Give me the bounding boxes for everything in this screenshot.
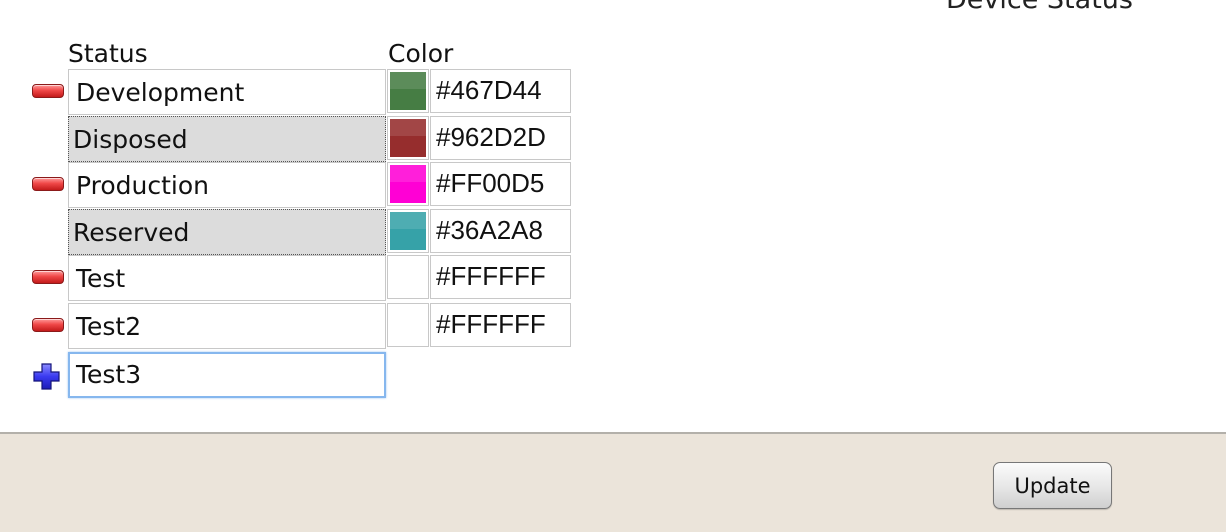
plus-icon (33, 363, 60, 390)
status-name-readonly: Disposed (68, 116, 386, 162)
color-hex-input[interactable]: #962D2D (430, 116, 571, 160)
status-name-input[interactable]: Test2 (68, 303, 386, 349)
color-swatch (390, 212, 426, 250)
status-name-readonly: Reserved (68, 209, 386, 255)
status-row: Test #FFFFFF (0, 255, 600, 301)
color-hex-input[interactable]: #FFFFFF (430, 255, 571, 299)
add-status-button[interactable] (33, 363, 60, 390)
status-row: Production #FF00D5 (0, 162, 600, 208)
color-hex-input[interactable]: #36A2A8 (430, 209, 571, 253)
status-name-input[interactable]: Development (68, 69, 386, 115)
color-swatch-cell[interactable] (387, 209, 429, 253)
page-title: Device Status (946, 0, 1133, 15)
color-swatch-cell[interactable] (387, 69, 429, 113)
color-swatch (390, 72, 426, 110)
remove-status-button[interactable] (32, 177, 64, 191)
status-row: Reserved #36A2A8 (0, 209, 600, 255)
update-button[interactable]: Update (993, 462, 1112, 509)
new-status-row: Test3 (0, 352, 600, 398)
color-column-header: Color (388, 39, 454, 68)
footer-bar: Update (0, 432, 1226, 532)
new-status-input[interactable]: Test3 (68, 352, 386, 398)
status-name-input[interactable]: Test (68, 255, 386, 301)
status-name-input[interactable]: Production (68, 162, 386, 208)
color-swatch (390, 119, 426, 157)
status-column-header: Status (68, 39, 148, 68)
color-swatch-cell[interactable] (387, 255, 429, 299)
status-row: Development #467D44 (0, 69, 600, 115)
remove-status-button[interactable] (32, 318, 64, 332)
color-hex-input[interactable]: #FF00D5 (430, 162, 571, 206)
color-swatch (390, 165, 426, 203)
remove-status-button[interactable] (32, 270, 64, 284)
color-swatch-cell[interactable] (387, 303, 429, 347)
color-hex-input[interactable]: #FFFFFF (430, 303, 571, 347)
remove-status-button[interactable] (32, 84, 64, 98)
color-swatch-cell[interactable] (387, 116, 429, 160)
status-row: Test2 #FFFFFF (0, 303, 600, 349)
color-swatch-cell[interactable] (387, 162, 429, 206)
status-row: Disposed #962D2D (0, 116, 600, 162)
color-swatch (390, 258, 426, 296)
color-swatch (390, 306, 426, 344)
color-hex-input[interactable]: #467D44 (430, 69, 571, 113)
